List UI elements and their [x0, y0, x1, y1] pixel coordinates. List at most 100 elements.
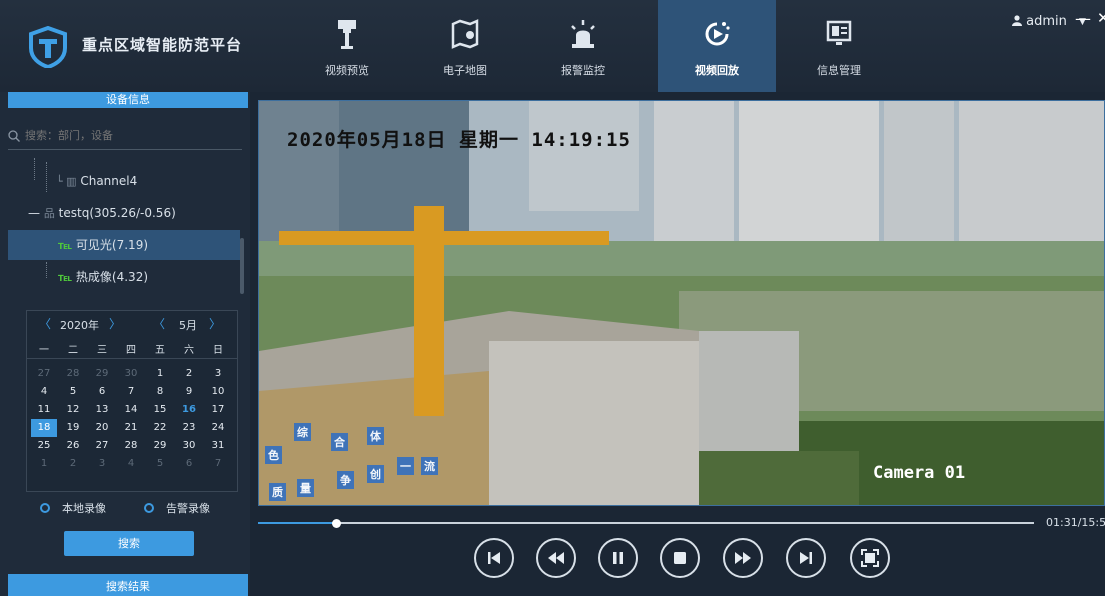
- next-year-button[interactable]: 〉: [109, 315, 121, 332]
- weekday-label: 三: [97, 345, 107, 356]
- calendar-day[interactable]: 5: [147, 455, 173, 473]
- radio-icon: [40, 503, 50, 513]
- calendar-day[interactable]: 9: [176, 383, 202, 401]
- video-player[interactable]: 2020年05月18日 星期一 14:19:15 色综合 体质量 争创一流 Came…: [258, 100, 1105, 506]
- logo-icon: [29, 26, 67, 68]
- calendar-day[interactable]: 1: [31, 455, 57, 473]
- calendar-day[interactable]: 11: [31, 401, 57, 419]
- pause-button[interactable]: [598, 538, 638, 578]
- radio-icon: [144, 503, 154, 513]
- calendar-day[interactable]: 22: [147, 419, 173, 437]
- calendar-day[interactable]: 30: [176, 437, 202, 455]
- tree-item-testq[interactable]: — 品 testq(305.26/-0.56): [8, 198, 240, 228]
- calendar-day[interactable]: 18: [31, 419, 57, 437]
- camera-icon: ℡: [58, 271, 73, 284]
- calendar-day[interactable]: 24: [205, 419, 231, 437]
- signage-character: 合: [331, 433, 348, 451]
- signage-character: 流: [421, 457, 438, 475]
- tree-item-label: Channel4: [80, 174, 138, 188]
- signage-character: 色: [265, 446, 282, 464]
- search-input[interactable]: [25, 129, 235, 142]
- nav-label: 信息管理: [817, 64, 861, 77]
- weekday-label: 五: [155, 345, 165, 356]
- next-button[interactable]: [786, 538, 826, 578]
- calendar-day[interactable]: 2: [60, 455, 86, 473]
- calendar-day[interactable]: 6: [176, 455, 202, 473]
- calendar-day[interactable]: 27: [31, 365, 57, 383]
- calendar-day[interactable]: 2: [176, 365, 202, 383]
- rewind-button[interactable]: [536, 538, 576, 578]
- fast-forward-button[interactable]: [723, 538, 763, 578]
- skip-next-icon: [800, 552, 812, 564]
- nav-video-playback[interactable]: 视频回放: [658, 0, 776, 92]
- calendar-day[interactable]: 25: [31, 437, 57, 455]
- tree-scrollbar[interactable]: [240, 238, 244, 294]
- progress-handle[interactable]: [331, 519, 341, 528]
- weekday-label: 四: [126, 345, 136, 356]
- playback-progress[interactable]: [258, 519, 1034, 528]
- calendar-day[interactable]: 20: [89, 419, 115, 437]
- calendar-day[interactable]: 16: [176, 401, 202, 419]
- tree-item-label: testq(305.26/-0.56): [58, 206, 176, 220]
- calendar-day[interactable]: 29: [89, 365, 115, 383]
- sidebar: 设备信息 └ ▥ Channel4 — 品 testq(305.26/-0.56…: [0, 92, 250, 596]
- calendar-day[interactable]: 13: [89, 401, 115, 419]
- signage-character: 创: [367, 465, 384, 483]
- nav-alarm-monitor[interactable]: 报警监控: [524, 0, 642, 92]
- calendar-day[interactable]: 29: [147, 437, 173, 455]
- calendar-day[interactable]: 14: [118, 401, 144, 419]
- record-type-alarm[interactable]: 告警录像: [144, 500, 210, 516]
- calendar-day[interactable]: 4: [118, 455, 144, 473]
- fullscreen-button[interactable]: [850, 538, 890, 578]
- nav-info-management[interactable]: 信息管理: [780, 0, 898, 92]
- username: admin: [1026, 14, 1067, 29]
- playback-icon: [705, 22, 730, 46]
- pause-icon: [613, 552, 623, 564]
- device-group-icon: 品: [43, 207, 55, 220]
- calendar-day[interactable]: 7: [118, 383, 144, 401]
- close-button[interactable]: ✕: [1097, 9, 1105, 27]
- calendar-day[interactable]: 23: [176, 419, 202, 437]
- collapse-icon[interactable]: —: [28, 206, 40, 220]
- stop-button[interactable]: [660, 538, 700, 578]
- calendar-day[interactable]: 3: [89, 455, 115, 473]
- calendar-day[interactable]: 26: [60, 437, 86, 455]
- prev-year-button[interactable]: 〈: [39, 315, 51, 332]
- tree-item-channel4[interactable]: └ ▥ Channel4: [8, 166, 240, 196]
- calendar-day[interactable]: 15: [147, 401, 173, 419]
- nav-e-map[interactable]: 电子地图: [406, 0, 524, 92]
- calendar-day[interactable]: 21: [118, 419, 144, 437]
- calendar-day[interactable]: 28: [118, 437, 144, 455]
- calendar-day[interactable]: 7: [205, 455, 231, 473]
- tree-item-visible-light[interactable]: ℡ 可见光(7.19): [8, 230, 240, 260]
- calendar-day[interactable]: 10: [205, 383, 231, 401]
- device-info-header: 设备信息: [8, 92, 248, 108]
- calendar-day[interactable]: 1: [147, 365, 173, 383]
- calendar-day[interactable]: 27: [89, 437, 115, 455]
- previous-button[interactable]: [474, 538, 514, 578]
- device-search[interactable]: [8, 128, 242, 150]
- tree-item-thermal[interactable]: ℡ 热成像(4.32): [8, 262, 240, 292]
- prev-month-button[interactable]: 〈: [153, 315, 165, 332]
- calendar-day[interactable]: 6: [89, 383, 115, 401]
- calendar-month: 5月: [179, 319, 197, 332]
- calendar-day[interactable]: 19: [60, 419, 86, 437]
- minimize-button[interactable]: —: [1075, 9, 1091, 28]
- calendar-day[interactable]: 12: [60, 401, 86, 419]
- search-button[interactable]: 搜索: [64, 531, 194, 556]
- calendar-day[interactable]: 3: [205, 365, 231, 383]
- nav-video-preview[interactable]: 视频预览: [288, 0, 406, 92]
- calendar-day[interactable]: 4: [31, 383, 57, 401]
- calendar-day[interactable]: 28: [60, 365, 86, 383]
- calendar-day[interactable]: 31: [205, 437, 231, 455]
- calendar-day[interactable]: 30: [118, 365, 144, 383]
- calendar-day[interactable]: 5: [60, 383, 86, 401]
- fast-forward-icon: [735, 552, 751, 564]
- calendar-day[interactable]: 17: [205, 401, 231, 419]
- calendar-day[interactable]: 8: [147, 383, 173, 401]
- calendar-year: 2020年: [60, 319, 99, 332]
- record-type-local[interactable]: 本地录像: [40, 500, 106, 516]
- weekday-row: 一二三四五六日: [27, 341, 237, 359]
- next-month-button[interactable]: 〉: [209, 315, 221, 332]
- weekday-label: 一: [39, 345, 49, 356]
